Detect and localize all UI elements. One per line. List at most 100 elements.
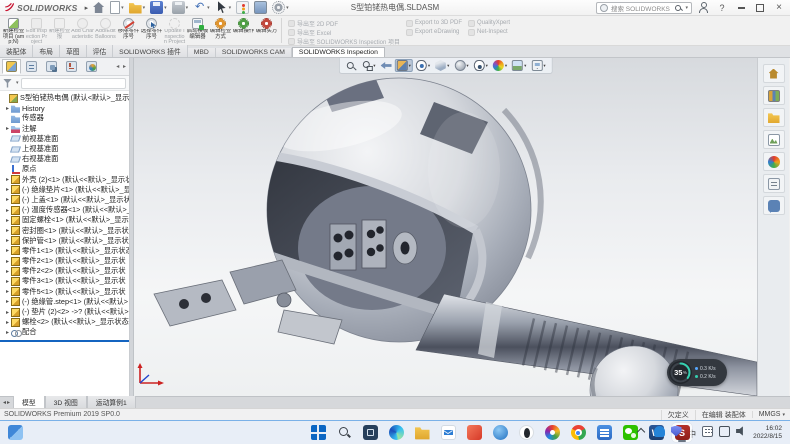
close-button[interactable]: × [772,1,786,15]
tree-item[interactable]: 右视基准面 [0,154,129,164]
search-icon[interactable] [674,4,682,12]
tab-SOLIDWORKS 插件[interactable]: SOLIDWORKS 插件 [113,45,188,57]
tree-item[interactable]: ▸零件3<1> (默认<<默认>_显示状 [0,276,129,286]
dropdown-arrow[interactable]: ▾ [207,5,210,11]
tab-MBD[interactable]: MBD [188,48,216,57]
view-orientation-button[interactable]: ▾ [433,59,451,72]
dropdown-arrow[interactable]: ▾ [782,412,785,418]
model-tab-3D 视图[interactable]: 3D 视图 [45,396,87,408]
tree-item[interactable]: ▸History [0,103,129,113]
tree-item[interactable]: 前视基准面 [0,134,129,144]
taskbar-app-orange-button[interactable] [464,423,484,442]
help-button[interactable]: ? [715,1,729,15]
expand-arrow[interactable]: ▸ [4,196,11,203]
dropdown-arrow[interactable]: ▾ [409,63,411,69]
help-search-box[interactable]: 搜索 SOLIDWORKS 帮助 ▾ [596,2,692,14]
expand-arrow[interactable]: ▸ [4,329,11,336]
tab-评估[interactable]: 评估 [87,45,114,57]
dropdown-arrow[interactable]: ▾ [229,5,232,11]
tree-item[interactable]: ▸螺栓<2> (默认<<默认>_显示状态 [0,317,129,327]
dropdown-arrow[interactable]: ▾ [286,5,289,11]
restore-button[interactable] [753,1,767,15]
panel-tab-featuremanager-tree[interactable] [2,59,21,74]
dropdown-arrow[interactable]: ▾ [143,5,146,11]
tab-草图[interactable]: 草图 [60,45,87,57]
panel-tab-scroll[interactable]: ◂ ▸ [116,63,127,70]
tree-item[interactable]: ▸固定螺栓<1> (默认<<默认>_显示 [0,215,129,225]
expand-arrow[interactable]: ▸ [4,258,11,265]
tree-item[interactable]: ▸(-) 绝缘垫片<1> (默认<<默认>_显 [0,185,129,195]
net-speed-overlay[interactable]: 35% 0.3 K/s0.2 K/s [667,359,727,386]
display-settings-button[interactable] [253,1,268,14]
taskpane-custom-properties-button[interactable] [763,174,785,193]
tree-filter-input[interactable] [21,78,126,89]
tree-item[interactable]: ▸零件2<2> (默认<<默认>_显示状 [0,266,129,276]
dropdown-arrow[interactable]: ▾ [486,63,488,69]
panel-tab-propertymanager[interactable] [22,59,41,74]
ribbon-button[interactable]: 选择零件序号 [140,17,163,40]
taskbar-chrome-button[interactable] [568,423,588,442]
filter-funnel-icon[interactable] [3,79,12,88]
taskbar-task-view-button[interactable] [360,423,380,442]
expand-arrow[interactable]: ▸ [4,247,11,254]
apply-scene-button[interactable]: ▾ [510,59,528,72]
widgets-button[interactable] [0,425,23,440]
print-button[interactable]: ▾ [171,1,190,14]
search-dropdown-arrow[interactable]: ▾ [685,5,688,11]
expand-arrow[interactable]: ▸ [4,268,11,275]
ribbon-button[interactable]: 移除零件序号 [117,17,140,40]
expand-arrow[interactable]: ▸ [4,207,11,214]
dropdown-arrow[interactable]: ▾ [466,63,468,69]
expand-arrow[interactable]: ▸ [4,176,11,183]
dropdown-arrow[interactable]: ▾ [447,63,449,69]
tab-SOLIDWORKS CAM[interactable]: SOLIDWORKS CAM [216,48,292,57]
tab-SOLIDWORKS Inspection[interactable]: SOLIDWORKS Inspection [292,47,385,57]
dropdown-arrow[interactable]: ▾ [428,63,430,69]
taskpane-tp-home-button[interactable] [763,64,785,83]
taskbar-edge-button[interactable] [386,423,406,442]
tree-item[interactable]: ▸注解 [0,124,129,134]
tab-scroll-buttons[interactable]: ◂▸ [0,397,13,408]
expand-arrow[interactable]: ▸ [4,227,11,234]
options-gear-button[interactable]: ▾ [271,1,290,14]
tray-cast-button[interactable] [719,424,730,442]
dropdown-arrow[interactable]: ▾ [373,63,375,69]
dropdown-arrow[interactable]: ▾ [164,5,167,11]
tree-item[interactable]: ▸(-) 垫片 (2)<2> ->? (默认<<默认> [0,307,129,317]
minimize-button[interactable] [734,1,748,15]
tray-volume-button[interactable] [736,424,747,442]
model-tab-运动算例1[interactable]: 运动算例1 [87,396,136,408]
dropdown-arrow[interactable]: ▾ [524,63,526,69]
expand-arrow[interactable]: ▸ [4,237,11,244]
home-button[interactable] [91,1,106,14]
taskpane-appearances-button[interactable] [763,152,785,171]
tray-touch-keyboard-button[interactable] [702,424,713,442]
dropdown-arrow[interactable]: ▾ [505,63,507,69]
taskpane-design-library-button[interactable] [763,86,785,105]
expand-arrow[interactable]: ▸ [4,217,11,224]
select-cursor-button[interactable]: ▾ [214,1,233,14]
previous-view-button[interactable] [379,59,394,72]
taskpane-file-explorer-button[interactable] [763,108,785,127]
dropdown-arrow[interactable]: ▾ [543,63,545,69]
panel-tab-configurationmanager[interactable] [42,59,61,74]
assembly-model[interactable] [134,58,757,396]
tree-item[interactable]: 原点 [0,164,129,174]
section-view-button[interactable]: ▾ [395,59,413,72]
expand-arrow[interactable]: ▸ [4,298,11,305]
undo-button[interactable]: ▾ [192,1,211,14]
rollback-bar[interactable] [0,340,129,342]
edit-appearance-button[interactable]: ▾ [491,59,509,72]
tree-item[interactable]: ▸密封圈<1> (默认<<默认>_显示状 [0,225,129,235]
taskpane-forum-button[interactable] [763,196,785,215]
tree-item[interactable]: 传感器 [0,113,129,123]
taskbar-mail-button[interactable] [438,423,458,442]
expand-arrow[interactable]: ▸ [4,278,11,285]
menu-flyout-arrow[interactable]: ▸ [85,4,89,12]
taskbar-qq-button[interactable] [516,423,536,442]
expand-arrow[interactable]: ▸ [4,186,11,193]
taskbar-app-blue-button[interactable] [594,423,614,442]
expand-arrow[interactable]: ▸ [4,105,11,112]
tree-item[interactable]: S型铂铑热电偶 (默认<默认>_显示状态-1 [0,93,129,103]
tree-item[interactable]: 上视基准面 [0,144,129,154]
